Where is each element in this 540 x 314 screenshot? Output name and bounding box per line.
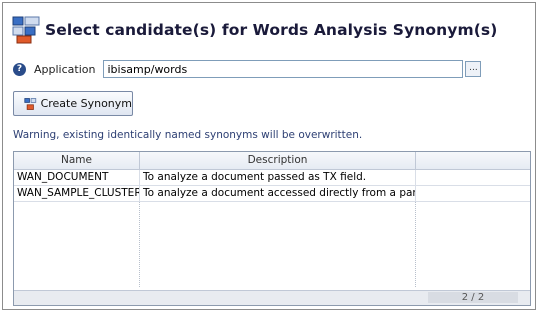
grid-pager: 2 / 2	[14, 290, 530, 305]
column-header-name[interactable]: Name	[14, 152, 140, 169]
application-row: ? Application ...	[13, 59, 482, 79]
warning-message: Warning, existing identically named syno…	[13, 129, 363, 141]
row-description: To analyze a document accessed directly …	[140, 186, 416, 201]
table-row[interactable]: WAN_SAMPLE_CLUSTER To analyze a document…	[14, 186, 530, 202]
table-row[interactable]: WAN_DOCUMENT To analyze a document passe…	[14, 170, 530, 186]
application-input[interactable]	[103, 60, 464, 78]
column-divider	[415, 202, 416, 287]
grid-header: Name Description	[14, 152, 530, 170]
row-name: WAN_DOCUMENT	[14, 170, 140, 185]
column-divider	[139, 202, 140, 287]
candidate-grid: Name Description WAN_DOCUMENT To analyze…	[13, 151, 531, 306]
browse-button[interactable]: ...	[465, 61, 482, 77]
application-label: Application	[34, 62, 96, 76]
create-synonym-button[interactable]: Create Synonym	[13, 91, 133, 116]
row-spacer	[416, 186, 530, 201]
title-row: Select candidate(s) for Words Analysis S…	[11, 12, 497, 48]
row-description: To analyze a document passed as TX field…	[140, 170, 416, 185]
synonym-tree-icon	[12, 16, 40, 44]
page-indicator: 2 / 2	[428, 292, 518, 303]
column-header-description[interactable]: Description	[140, 152, 416, 169]
column-header-spacer	[416, 152, 530, 169]
dialog-frame: Select candidate(s) for Words Analysis S…	[2, 2, 536, 310]
help-icon[interactable]: ?	[13, 62, 26, 76]
page-title: Select candidate(s) for Words Analysis S…	[45, 21, 498, 39]
create-synonym-icon	[24, 97, 37, 110]
grid-empty-area	[14, 202, 530, 287]
create-synonym-label: Create Synonym	[40, 97, 132, 110]
row-name: WAN_SAMPLE_CLUSTER	[14, 186, 140, 201]
row-spacer	[416, 170, 530, 185]
